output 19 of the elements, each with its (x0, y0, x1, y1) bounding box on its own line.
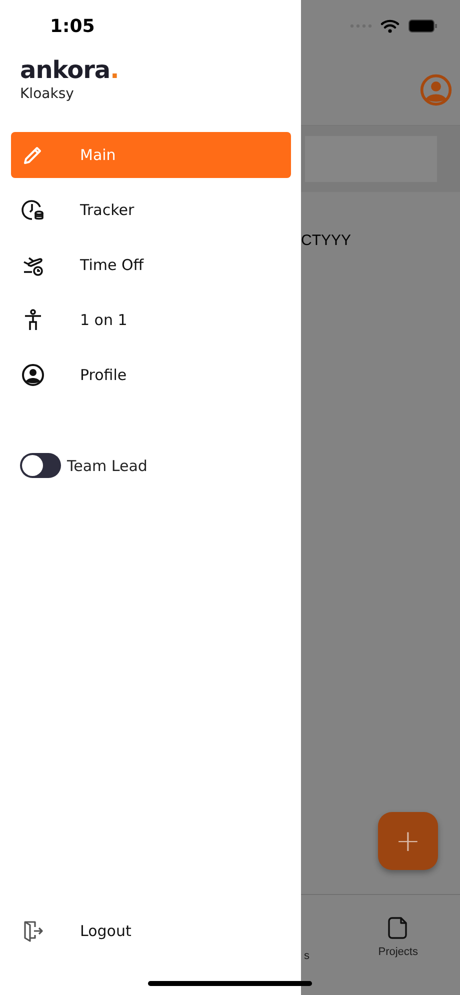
content-text: CTYYY (301, 232, 352, 249)
status-time: 1:05 (49, 15, 96, 39)
wifi-icon (380, 18, 400, 34)
battery-icon (408, 19, 438, 33)
menu-item[interactable]: Time Off (11, 242, 291, 288)
profile-icon (21, 363, 45, 387)
profile-icon[interactable] (419, 73, 453, 107)
brand-logo: ankora. (20, 58, 120, 82)
toggle-label: Team Lead (67, 456, 148, 474)
clock-icon (21, 198, 45, 222)
tab-item[interactable]: Projects (372, 895, 424, 995)
toggle-switch[interactable] (20, 453, 61, 478)
tab-item[interactable]: s (298, 895, 316, 995)
logout-item[interactable]: Logout (0, 919, 301, 943)
document-icon (388, 917, 408, 939)
menu-item[interactable]: Tracker (11, 187, 291, 233)
menu-item[interactable]: 1 on 1 (11, 297, 291, 343)
company-name: Kloaksy (20, 86, 75, 102)
menu-item[interactable]: Profile (11, 352, 291, 398)
